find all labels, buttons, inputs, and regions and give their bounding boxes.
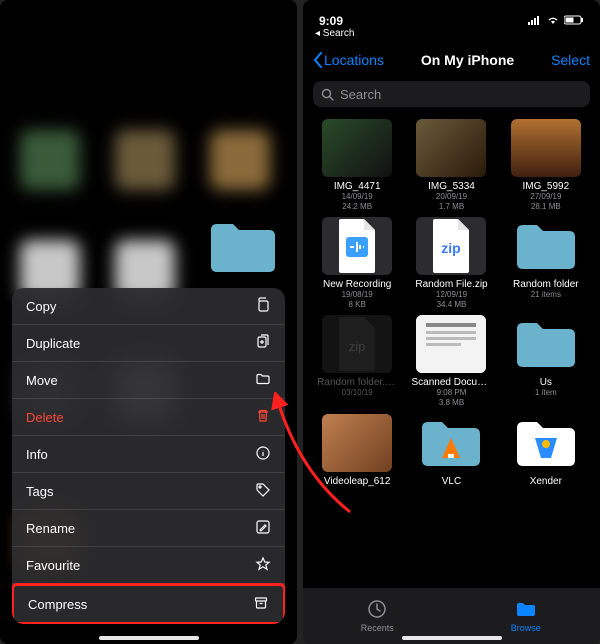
home-indicator[interactable] <box>402 636 502 640</box>
image-thumbnail <box>322 414 392 472</box>
file-item[interactable]: IMG_5334 20/09/19 1.7 MB <box>407 119 495 211</box>
back-to-search[interactable]: ◂ Search <box>303 28 600 43</box>
phone-left: 9:09 ◂ Search Copy Duplicate Move <box>0 0 297 644</box>
menu-item-compress[interactable]: Compress <box>12 583 285 624</box>
menu-item-move[interactable]: Move <box>12 362 285 399</box>
clock-icon <box>367 599 387 621</box>
wifi-icon <box>546 14 560 28</box>
folder-icon <box>515 599 537 621</box>
menu-item-tags[interactable]: Tags <box>12 473 285 510</box>
files-grid: IMG_4471 14/09/19 24.2 MB IMG_5334 20/09… <box>303 111 600 495</box>
signal-icon <box>528 14 542 28</box>
folder-item[interactable]: VLC <box>407 414 495 487</box>
page-title: On My iPhone <box>421 52 514 68</box>
file-item[interactable]: New Recording 19/08/19 8 KB <box>313 217 401 309</box>
menu-label: Delete <box>26 410 64 425</box>
menu-label: Duplicate <box>26 336 80 351</box>
svg-text:zip: zip <box>442 240 461 256</box>
menu-item-info[interactable]: Info <box>12 436 285 473</box>
rename-icon <box>255 519 271 538</box>
menu-label: Tags <box>26 484 53 499</box>
folder-icon <box>255 371 271 390</box>
svg-text:zip: zip <box>349 339 366 354</box>
phone-right: 9:09 ◂ Search Locations On My iPhone Sel… <box>303 0 600 644</box>
search-field[interactable]: Search <box>313 81 590 107</box>
zip-file-icon: zip <box>322 315 392 373</box>
audio-file-icon <box>322 217 392 275</box>
select-button[interactable]: Select <box>551 52 590 68</box>
home-indicator[interactable] <box>99 636 199 640</box>
menu-label: Move <box>26 373 58 388</box>
duplicate-icon <box>255 334 271 353</box>
file-item[interactable]: Videoleap_612 <box>313 414 401 487</box>
menu-item-copy[interactable]: Copy <box>12 288 285 325</box>
menu-item-duplicate[interactable]: Duplicate <box>12 325 285 362</box>
back-button[interactable]: Locations <box>313 52 384 68</box>
chevron-left-icon <box>313 52 322 68</box>
folder-item[interactable]: Xender <box>502 414 590 487</box>
copy-icon <box>255 297 271 316</box>
search-placeholder: Search <box>340 87 381 102</box>
menu-item-delete[interactable]: Delete <box>12 399 285 436</box>
menu-label: Favourite <box>26 558 80 573</box>
menu-label: Copy <box>26 299 56 314</box>
info-icon <box>255 445 271 464</box>
tag-icon <box>255 482 271 501</box>
star-icon <box>255 556 271 575</box>
search-icon <box>321 88 334 101</box>
folder-icon <box>511 315 581 373</box>
file-item[interactable]: IMG_5992 27/09/19 28.1 MB <box>502 119 590 211</box>
folder-item[interactable]: Us 1 item <box>502 315 590 407</box>
menu-item-favourite[interactable]: Favourite <box>12 547 285 584</box>
file-item[interactable]: zip Random File.zip 12/09/19 34.4 MB <box>407 217 495 309</box>
image-thumbnail <box>322 119 392 177</box>
folder-icon <box>511 217 581 275</box>
file-item[interactable]: IMG_4471 14/09/19 24.2 MB <box>313 119 401 211</box>
context-menu: Copy Duplicate Move Delete Info Tags Ren… <box>12 288 285 624</box>
selected-folder[interactable] <box>207 218 279 276</box>
file-item[interactable]: zip Random folder.zip 03/10/19 <box>313 315 401 407</box>
archive-icon <box>253 595 269 614</box>
file-item[interactable]: Scanned Document 9:08 PM 3.8 MB <box>407 315 495 407</box>
folder-icon <box>416 414 486 472</box>
image-thumbnail <box>511 119 581 177</box>
image-thumbnail <box>416 119 486 177</box>
nav-bar: Locations On My iPhone Select <box>303 43 600 77</box>
document-thumbnail <box>416 315 486 373</box>
menu-label: Compress <box>28 597 87 612</box>
status-time: 9:09 <box>319 14 343 28</box>
zip-file-icon: zip <box>416 217 486 275</box>
menu-label: Rename <box>26 521 75 536</box>
menu-item-rename[interactable]: Rename <box>12 510 285 547</box>
battery-icon <box>564 14 584 28</box>
folder-item[interactable]: Random folder 21 items <box>502 217 590 309</box>
status-bar: 9:09 <box>303 0 600 28</box>
menu-label: Info <box>26 447 48 462</box>
trash-icon <box>255 408 271 427</box>
folder-icon <box>511 414 581 472</box>
